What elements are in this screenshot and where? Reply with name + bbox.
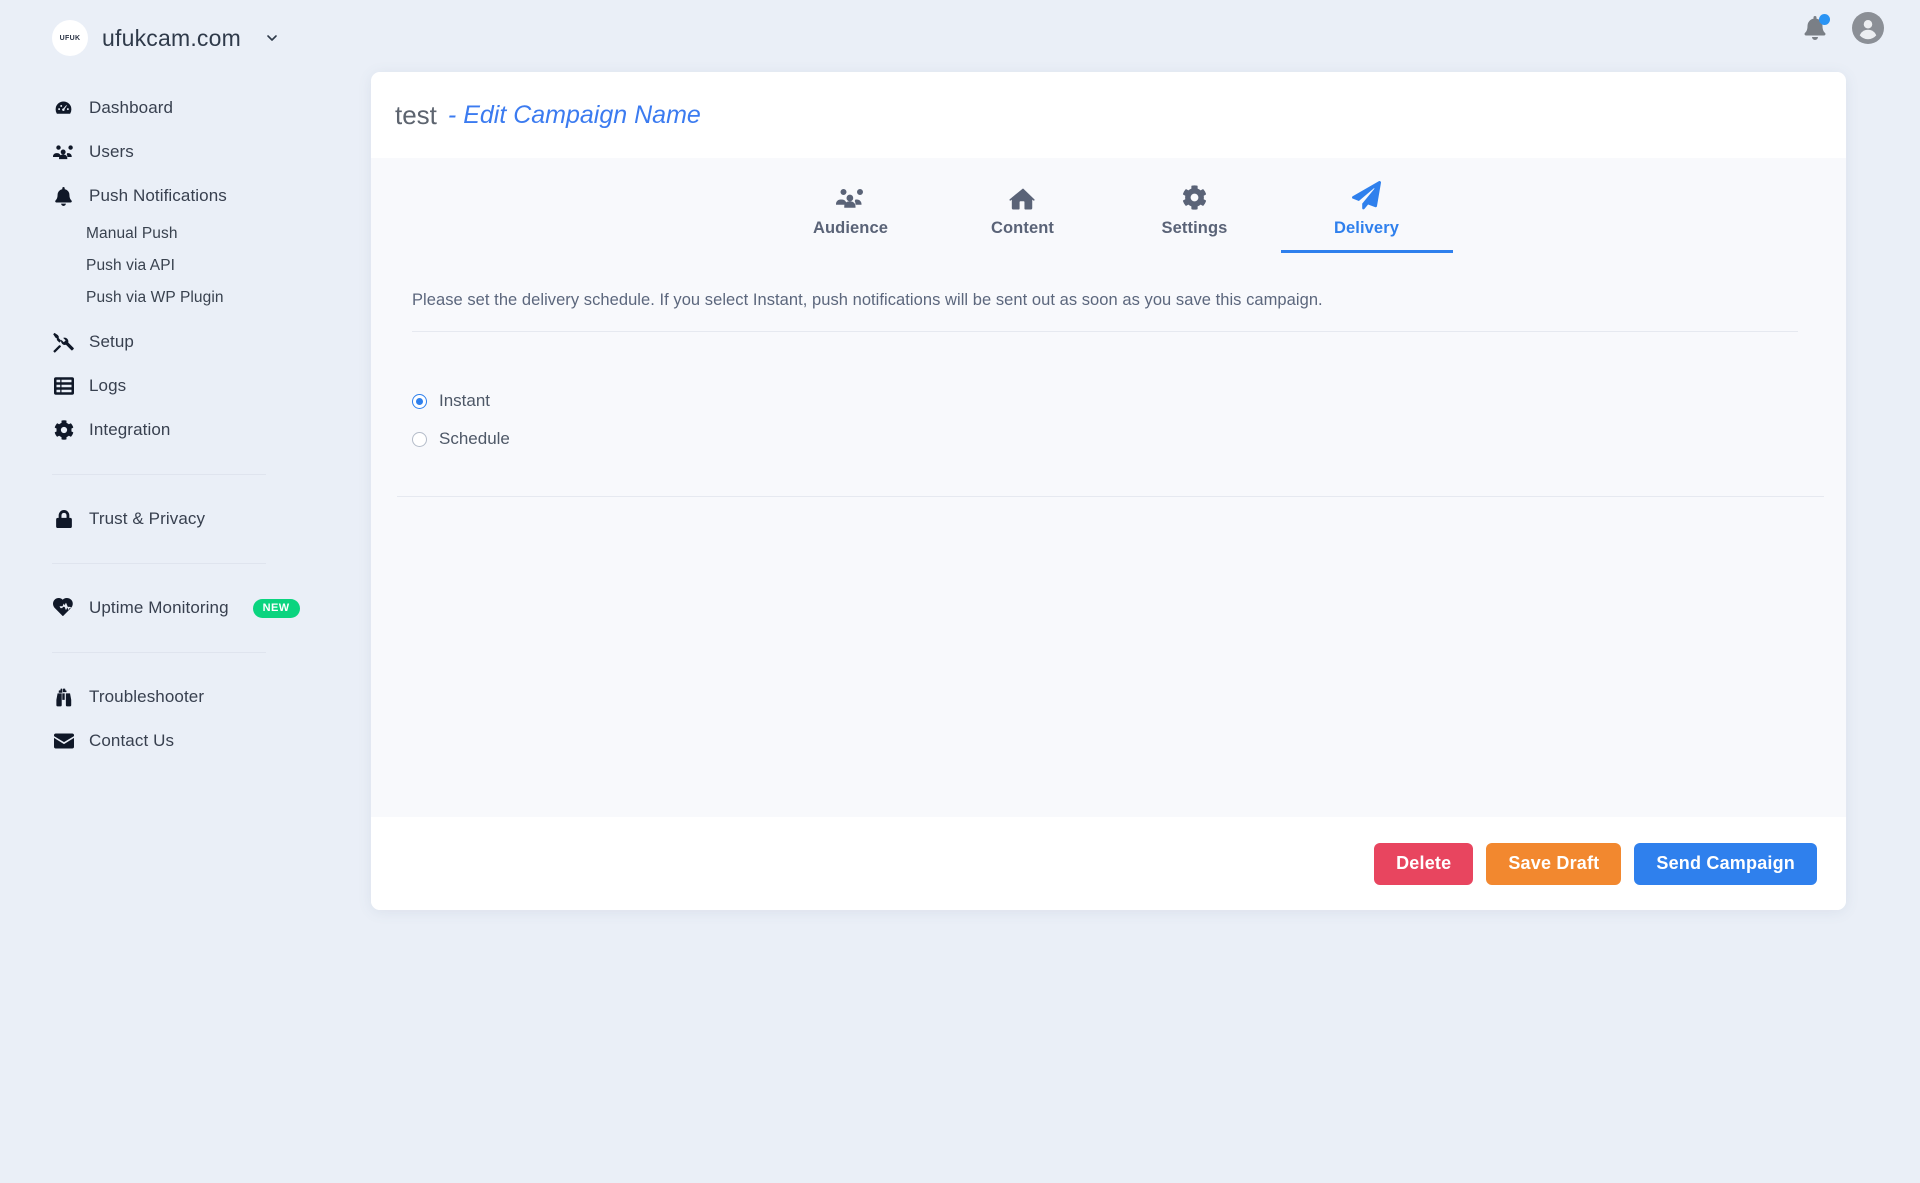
notifications-button[interactable] — [1800, 13, 1830, 43]
lock-icon — [52, 508, 75, 531]
sidebar: UFUK ufukcam.com Dashboard Users Push No… — [0, 0, 318, 1183]
sidebar-item-label: Uptime Monitoring — [89, 598, 229, 617]
sidebar-item-uptime-monitoring[interactable]: Uptime Monitoring NEW — [0, 586, 318, 630]
heartbeat-icon — [52, 597, 75, 620]
sidebar-item-users[interactable]: Users — [0, 130, 318, 174]
users-icon — [835, 180, 866, 210]
sidebar-subitem-label: Push via API — [86, 257, 176, 274]
tab-delivery[interactable]: Delivery — [1280, 180, 1453, 253]
delivery-schedule-options: Instant Schedule — [412, 382, 1846, 458]
sidebar-nav: Dashboard Users Push Notifications Manua… — [0, 86, 318, 763]
tab-label: Settings — [1161, 219, 1228, 237]
sidebar-item-dashboard[interactable]: Dashboard — [0, 86, 318, 130]
card-footer: Delete Save Draft Send Campaign — [371, 817, 1846, 910]
avatar[interactable] — [1852, 12, 1884, 44]
tab-audience[interactable]: Audience — [765, 180, 937, 253]
chevron-down-icon[interactable] — [261, 27, 283, 49]
user-avatar-icon — [1859, 20, 1877, 40]
sidebar-divider — [52, 563, 266, 564]
envelope-icon — [52, 730, 75, 753]
radio-label: Schedule — [439, 429, 510, 448]
topbar-actions — [1800, 12, 1884, 44]
sidebar-item-label: Integration — [89, 420, 171, 439]
sidebar-item-label: Troubleshooter — [89, 687, 205, 706]
sidebar-item-label: Setup — [89, 332, 134, 351]
sidebar-item-contact-us[interactable]: Contact Us — [0, 719, 318, 763]
sidebar-item-setup[interactable]: Setup — [0, 320, 318, 364]
sidebar-item-label: Dashboard — [89, 98, 174, 117]
list-icon — [52, 375, 75, 398]
campaign-card: test - Edit Campaign Name Audience Conte… — [371, 72, 1846, 910]
sidebar-divider — [52, 652, 266, 653]
sidebar-subitem-label: Manual Push — [86, 225, 178, 242]
sidebar-item-label: Trust & Privacy — [89, 509, 206, 528]
card-header: test - Edit Campaign Name — [371, 72, 1846, 158]
binoculars-icon — [52, 686, 75, 709]
sidebar-divider — [52, 474, 266, 475]
brand-selector[interactable]: UFUK ufukcam.com — [0, 0, 318, 62]
sidebar-subitem-push-via-api[interactable]: Push via API — [0, 250, 318, 282]
home-icon — [1008, 180, 1037, 210]
edit-campaign-name-link[interactable]: - Edit Campaign Name — [448, 101, 701, 130]
gauge-icon — [52, 97, 75, 120]
sidebar-item-label: Users — [89, 142, 134, 161]
send-campaign-button[interactable]: Send Campaign — [1634, 842, 1817, 885]
sidebar-item-trust-privacy[interactable]: Trust & Privacy — [0, 497, 318, 541]
sidebar-subitem-manual-push[interactable]: Manual Push — [0, 218, 318, 250]
notification-badge-dot — [1819, 14, 1830, 25]
gear-icon — [52, 419, 75, 442]
tab-label: Delivery — [1333, 219, 1399, 237]
page-title: test — [395, 99, 437, 130]
sidebar-item-label: Contact Us — [89, 731, 175, 750]
radio-schedule-indicator[interactable] — [412, 431, 427, 447]
sidebar-item-troubleshooter[interactable]: Troubleshooter — [0, 675, 318, 719]
radio-instant-indicator[interactable] — [412, 393, 427, 409]
paper-plane-icon — [1352, 180, 1381, 210]
tab-label: Content — [990, 219, 1055, 237]
radio-option-schedule[interactable]: Schedule — [412, 420, 1846, 458]
brand-logo-text: UFUK — [59, 34, 81, 42]
sidebar-subitem-label: Push via WP Plugin — [86, 289, 224, 306]
tools-icon — [52, 331, 75, 354]
sidebar-item-label: Logs — [89, 376, 127, 395]
status-badge: NEW — [252, 598, 300, 618]
bell-icon — [52, 185, 75, 208]
users-icon — [52, 141, 75, 164]
brand-logo: UFUK — [52, 20, 88, 56]
tab-settings[interactable]: Settings — [1109, 180, 1281, 253]
radio-option-instant[interactable]: Instant — [412, 382, 1846, 420]
content-divider-top — [412, 331, 1798, 332]
sidebar-item-label: Push Notifications — [89, 186, 227, 205]
tab-content[interactable]: Content — [937, 180, 1109, 253]
radio-label: Instant — [439, 391, 491, 410]
app-root: UFUK ufukcam.com Dashboard Users Push No… — [0, 0, 1920, 1183]
campaign-tabs: Audience Content Settings Delivery — [371, 158, 1846, 253]
sidebar-item-push-notifications[interactable]: Push Notifications — [0, 174, 318, 218]
sidebar-item-logs[interactable]: Logs — [0, 364, 318, 408]
brand-name: ufukcam.com — [102, 24, 241, 51]
tab-label: Audience — [812, 219, 889, 237]
delete-button[interactable]: Delete — [1374, 842, 1474, 885]
gear-icon — [1182, 180, 1207, 210]
delivery-description: Please set the delivery schedule. If you… — [412, 291, 1323, 309]
content-divider-bottom — [397, 496, 1824, 497]
sidebar-item-integration[interactable]: Integration — [0, 408, 318, 452]
sidebar-subitem-push-via-wp-plugin[interactable]: Push via WP Plugin — [0, 282, 318, 314]
save-draft-button[interactable]: Save Draft — [1486, 842, 1622, 885]
